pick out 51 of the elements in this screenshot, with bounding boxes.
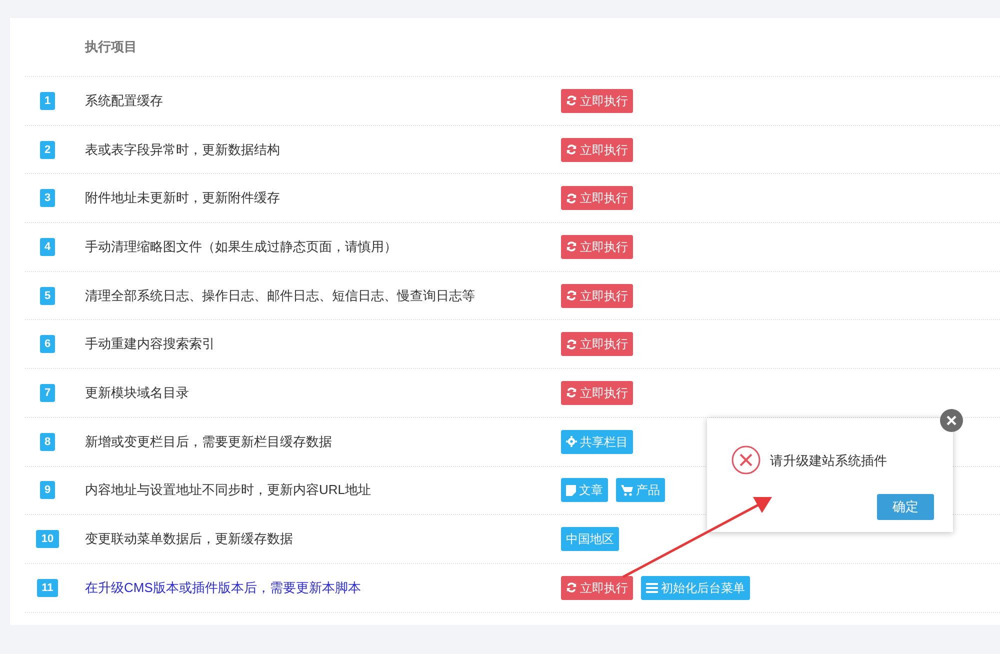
task-label: 在升级CMS版本或插件版本后，需要更新本脚本: [85, 580, 361, 595]
task-label: 更新模块域名目录: [85, 384, 189, 400]
refresh-icon: [566, 290, 577, 302]
refresh-icon: [566, 387, 577, 398]
index-badge: 5: [40, 286, 55, 305]
index-badge: 11: [36, 578, 58, 597]
refresh-icon: [566, 241, 577, 252]
index-badge: 10: [36, 530, 59, 548]
index-badge: 7: [40, 384, 55, 402]
execute-button[interactable]: 立即执行: [561, 234, 633, 259]
index-badge: 4: [40, 238, 55, 256]
task-label: 系统配置缓存: [85, 92, 163, 108]
document-icon: [566, 484, 576, 496]
execute-button[interactable]: 立即执行: [561, 138, 633, 162]
column-header: 执行项目: [85, 38, 137, 56]
execute-button[interactable]: 立即执行: [561, 380, 633, 405]
action-button[interactable]: 共享栏目: [561, 430, 633, 454]
action-button[interactable]: 中国地区: [561, 527, 619, 552]
cart-icon: [621, 484, 633, 496]
execute-button[interactable]: 立即执行: [561, 88, 633, 113]
task-label: 新增或变更栏目后，需要更新栏目缓存数据: [85, 434, 332, 449]
task-label: 表或表字段异常时，更新数据结构: [85, 142, 280, 157]
execute-button[interactable]: 立即执行: [561, 284, 633, 308]
index-badge: 6: [40, 335, 55, 354]
dialog-message: 请升级建站系统插件: [770, 452, 887, 470]
refresh-icon: [566, 144, 577, 156]
execute-button[interactable]: 立即执行: [561, 332, 633, 356]
error-icon: [731, 445, 761, 475]
refresh-icon: [566, 582, 577, 594]
execute-button[interactable]: 立即执行: [561, 186, 633, 210]
index-badge: 1: [40, 92, 55, 110]
refresh-icon: [566, 338, 577, 350]
task-label: 清理全部系统日志、操作日志、邮件日志、短信日志、慢查询日志等: [85, 288, 475, 303]
index-badge: 3: [40, 189, 55, 208]
gear-icon: [566, 436, 577, 448]
action-button[interactable]: 产品: [616, 478, 665, 502]
task-label: 手动清理缩略图文件（如果生成过静态页面，请慎用）: [85, 238, 397, 254]
execute-button[interactable]: 立即执行: [561, 576, 633, 600]
refresh-icon: [566, 192, 577, 204]
task-label: 变更联动菜单数据后，更新缓存数据: [85, 531, 293, 546]
task-label: 内容地址与设置地址不同步时，更新内容URL地址: [85, 482, 372, 498]
action-button[interactable]: 文章: [561, 478, 608, 502]
refresh-icon: [566, 95, 577, 106]
index-badge: 9: [40, 481, 55, 500]
task-label: 附件地址未更新时，更新附件缓存: [85, 190, 280, 206]
index-badge: 8: [40, 432, 55, 451]
task-label: 手动重建内容搜索索引: [85, 336, 215, 352]
action-button[interactable]: 初始化后台菜单: [641, 576, 750, 600]
confirm-button[interactable]: 确定: [877, 494, 934, 520]
index-badge: 2: [40, 140, 55, 159]
list-icon: [646, 582, 658, 593]
